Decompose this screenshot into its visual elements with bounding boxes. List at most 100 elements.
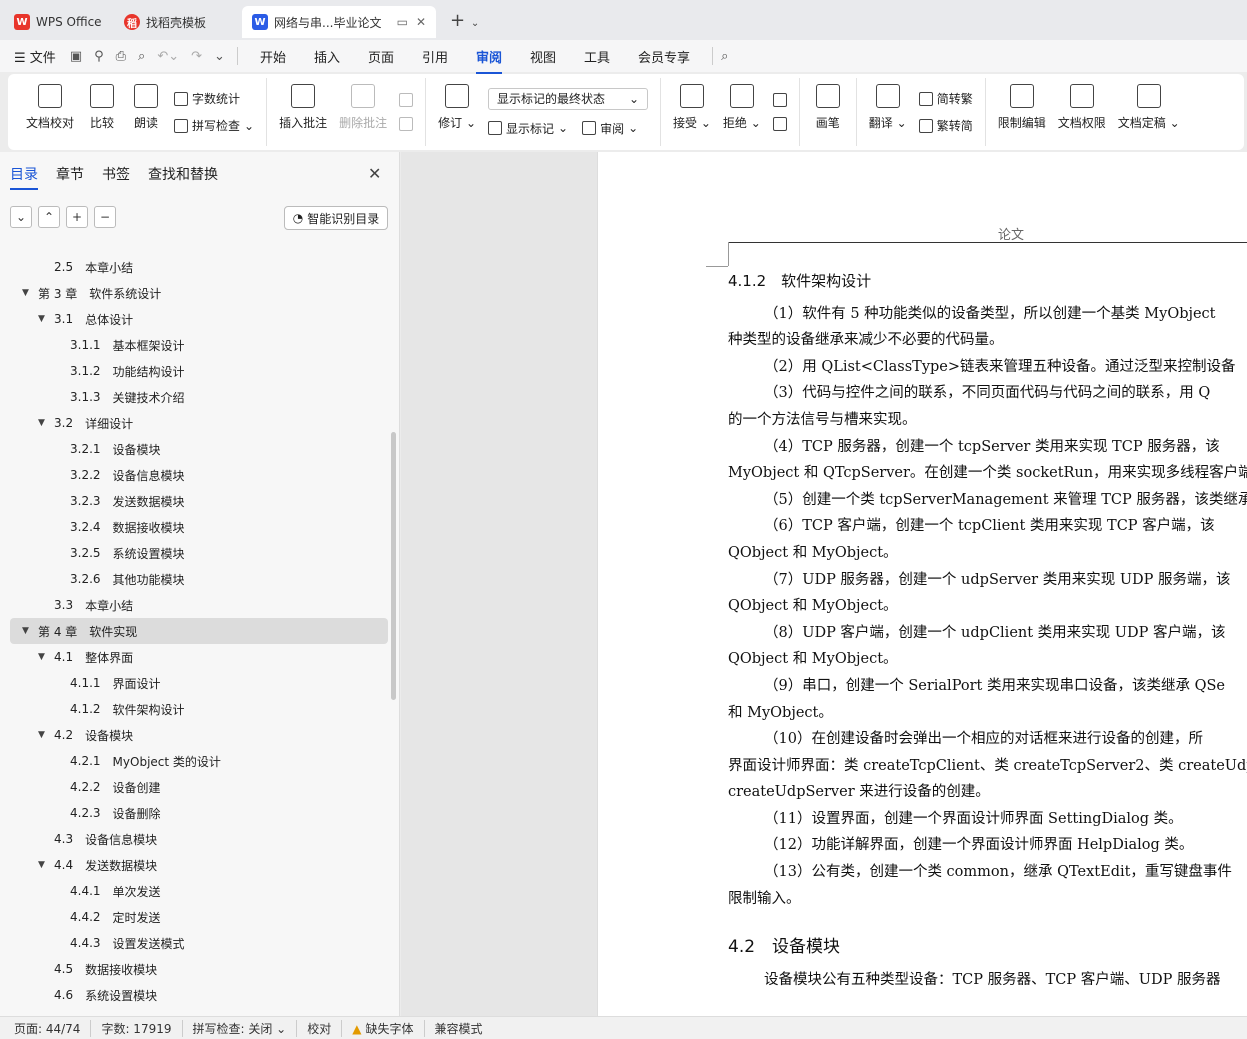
expand-arrow-icon[interactable]: ▼ (22, 626, 34, 636)
toc-item[interactable]: 4.4.1 单次发送 (10, 878, 388, 904)
delete-comment-button[interactable]: 删除批注 (333, 78, 393, 146)
doc-permission-button[interactable]: 文档权限 (1052, 78, 1112, 146)
doc-finalize-button[interactable]: 文档定稿 ⌄ (1112, 78, 1186, 146)
tab-restore-icon[interactable]: ▭ (397, 15, 408, 29)
expand-arrow-icon[interactable]: ▼ (38, 730, 50, 740)
tab-review[interactable]: 审阅 (476, 47, 503, 74)
toc-item[interactable]: 4.2.2 设备创建 (10, 774, 388, 800)
word-count-button[interactable]: 字数统计 (174, 90, 254, 107)
expand-arrow-icon[interactable]: ▼ (38, 314, 50, 324)
tab-member[interactable]: 会员专享 (638, 47, 690, 66)
toc-item[interactable]: ▼ 4.2 设备模块 (10, 722, 388, 748)
toc-item[interactable]: 3.1.1 基本框架设计 (10, 332, 388, 358)
toc-item[interactable]: 3.1.2 功能结构设计 (10, 358, 388, 384)
expand-arrow-icon[interactable]: ▼ (38, 652, 50, 662)
toc-item[interactable]: 4.4.2 定时发送 (10, 904, 388, 930)
add-level-icon[interactable]: + (66, 206, 88, 228)
expand-arrow-icon[interactable]: ▼ (22, 288, 34, 298)
toc-item[interactable]: 4.3 设备信息模块 (10, 826, 388, 852)
tab-view[interactable]: 视图 (530, 47, 556, 66)
toc-item[interactable]: 4.2.3 设备删除 (10, 800, 388, 826)
print-preview-icon[interactable]: ⌕ (138, 49, 145, 64)
tab-insert[interactable]: 插入 (314, 47, 340, 66)
redo-icon[interactable]: ↷ (191, 49, 202, 64)
document-tab[interactable]: W 网络与串...毕业论文 ▭ ✕ (242, 6, 436, 38)
search-icon[interactable]: ⌕ (721, 49, 728, 64)
toc-item[interactable]: 4.1.1 界面设计 (10, 670, 388, 696)
new-tab-icon[interactable]: + ⌄ (450, 10, 479, 31)
revise-button[interactable]: 修订 ⌄ (432, 78, 482, 146)
toc-item[interactable]: ▼ 3.1 总体设计 (10, 306, 388, 332)
remove-level-icon[interactable]: − (94, 206, 116, 228)
print-icon[interactable]: ⎙ (116, 49, 126, 64)
panel-tab-toc[interactable]: 目录 (10, 164, 38, 190)
panel-tab-chapters[interactable]: 章节 (56, 164, 84, 184)
tab-references[interactable]: 引用 (422, 47, 448, 66)
toc-item[interactable]: 2.5 本章小结 (10, 254, 388, 280)
save-icon[interactable]: ▣ (70, 49, 82, 64)
to-simplified-button[interactable]: 繁转简 (918, 117, 973, 134)
toc-item[interactable]: 3.2.5 系统设置模块 (10, 540, 388, 566)
show-markup-button[interactable]: 显示标记 ⌄ (488, 120, 568, 137)
tab-tools[interactable]: 工具 (584, 47, 610, 66)
tab-close-icon[interactable]: ✕ (416, 15, 426, 29)
reject-button[interactable]: 拒绝 ⌄ (717, 78, 767, 146)
to-traditional-button[interactable]: 简转繁 (918, 90, 973, 107)
toc-item[interactable]: 4.5 数据接收模块 (10, 956, 388, 982)
tab-page[interactable]: 页面 (368, 47, 394, 66)
page-indicator[interactable]: 页面: 44/74 (14, 1019, 92, 1037)
markup-state-select[interactable]: 显示标记的最终状态 ⌄ (488, 87, 649, 110)
missing-font-indicator[interactable]: ▲ 缺失字体 (352, 1019, 425, 1037)
expand-arrow-icon[interactable]: ▼ (38, 418, 50, 428)
more-quick-icon[interactable]: ⌄ (214, 49, 225, 64)
spell-check-indicator[interactable]: 拼写检查: 关闭 ⌄ (193, 1019, 298, 1037)
toc-item[interactable]: 3.3 本章小结 (10, 592, 388, 618)
proofread-indicator[interactable]: 校对 (307, 1019, 343, 1037)
toc-scrollbar[interactable] (391, 432, 396, 700)
panel-tab-bookmarks[interactable]: 书签 (102, 164, 130, 184)
toc-item[interactable]: ▼ 4.4 发送数据模块 (10, 852, 388, 878)
expand-up-icon[interactable]: ⌃ (38, 206, 60, 228)
toc-item[interactable]: 3.2.3 发送数据模块 (10, 488, 388, 514)
toc-item[interactable]: 4.6 系统设置模块 (10, 982, 388, 1008)
toc-item[interactable]: 4.4.3 设置发送模式 (10, 930, 388, 956)
insert-comment-button[interactable]: 插入批注 (273, 78, 333, 146)
expand-arrow-icon[interactable]: ▼ (38, 860, 50, 870)
toc-item[interactable]: 4.2.1 MyObject 类的设计 (10, 748, 388, 774)
word-count-indicator[interactable]: 字数: 17919 (101, 1019, 183, 1037)
toc-item[interactable]: 3.1.3 关键技术介绍 (10, 384, 388, 410)
previous-change-icon[interactable] (772, 93, 787, 107)
panel-tab-find-replace[interactable]: 查找和替换 (148, 164, 218, 184)
toc-item[interactable]: ▼ 第 3 章软件系统设计 (10, 280, 388, 306)
doc-check-button[interactable]: 文档校对 (20, 78, 80, 146)
toc-item[interactable]: 3.2.4 数据接收模块 (10, 514, 388, 540)
tab-home[interactable]: 开始 (260, 47, 286, 66)
accept-button[interactable]: 接受 ⌄ (667, 78, 717, 146)
toc-item[interactable]: ▼ 4.1 整体界面 (10, 644, 388, 670)
next-change-icon[interactable] (772, 117, 787, 131)
spell-check-button[interactable]: 拼写检查 ⌄ (174, 117, 254, 134)
toc-item[interactable]: 3.2.2 设备信息模块 (10, 462, 388, 488)
file-menu[interactable]: ☰ 文件 (14, 47, 56, 66)
smart-toc-button[interactable]: ◔ 智能识别目录 (284, 206, 388, 230)
compare-button[interactable]: 比较 (80, 78, 124, 146)
document-page[interactable]: 论文 4.1.2 软件架构设计 （1）软件有 5 种功能类似的设备类型，所以创建… (597, 152, 1247, 1016)
toc-item[interactable]: 3.2.6 其他功能模块 (10, 566, 388, 592)
undo-icon[interactable]: ↶⌄ (157, 49, 179, 64)
pen-button[interactable]: 画笔 (806, 78, 850, 146)
wps-office-tab[interactable]: W WPS Office (4, 6, 114, 38)
toc-item[interactable]: ▼ 3.2 详细设计 (10, 410, 388, 436)
panel-close-icon[interactable]: ✕ (368, 164, 381, 183)
toc-item[interactable]: 4.1.2 软件架构设计 (10, 696, 388, 722)
toc-item[interactable]: ▼ 第 4 章软件实现 (10, 618, 388, 644)
collapse-down-icon[interactable]: ⌄ (10, 206, 32, 228)
translate-button[interactable]: 翻译 ⌄ (863, 78, 913, 146)
toc-item[interactable]: 3.2.1 设备模块 (10, 436, 388, 462)
share-icon[interactable]: ⚲ (94, 49, 104, 64)
next-comment-icon[interactable] (399, 117, 414, 131)
read-aloud-button[interactable]: 朗读 (124, 78, 168, 146)
template-tab[interactable]: 稻 找稻壳模板 (114, 6, 242, 38)
restrict-edit-button[interactable]: 限制编辑 (992, 78, 1052, 146)
previous-comment-icon[interactable] (399, 93, 414, 107)
review-pane-button[interactable]: 审阅 ⌄ (582, 120, 638, 137)
